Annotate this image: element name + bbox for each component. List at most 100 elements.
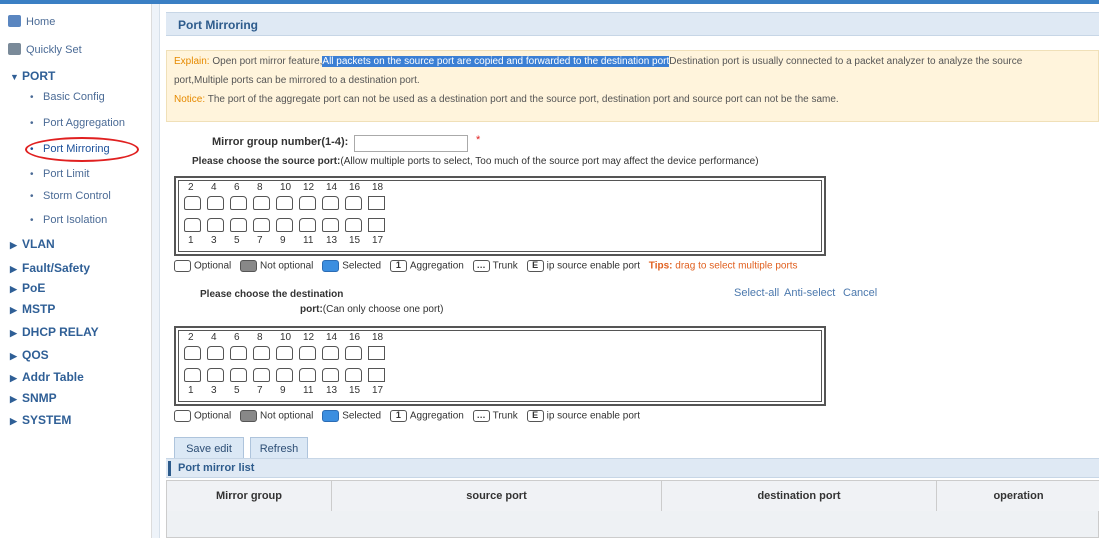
sidebar-item-port-limit[interactable]: • Port Limit — [30, 166, 89, 182]
dest-port-14-icon[interactable] — [322, 346, 339, 360]
dest-port-7-icon[interactable] — [253, 368, 270, 382]
source-port-17-icon[interactable] — [368, 218, 385, 232]
legend-aggregation: Aggregation — [409, 260, 464, 272]
dest-port-frame — [178, 330, 822, 402]
dest-port-4-icon[interactable] — [207, 346, 224, 360]
list-header-bar — [168, 461, 171, 476]
source-port-number: 6 — [234, 182, 240, 193]
dest-port-number: 13 — [326, 385, 338, 396]
sidebar-item-port-aggregation[interactable]: • Port Aggregation — [30, 115, 125, 131]
ip-source-port-icon: E — [526, 410, 544, 422]
dest-port-5-icon[interactable] — [230, 368, 247, 382]
group-number-input[interactable] — [354, 135, 468, 152]
dest-port-number: 4 — [211, 332, 217, 343]
source-port-15-icon[interactable] — [345, 218, 362, 232]
dest-port-15-icon[interactable] — [345, 368, 362, 382]
dest-port-6-icon[interactable] — [230, 346, 247, 360]
source-port-2-icon[interactable] — [184, 196, 201, 210]
source-port-11-icon[interactable] — [299, 218, 316, 232]
source-legend: Optional Not optional Selected 1 Aggregat… — [174, 260, 798, 272]
source-port-number: 14 — [326, 182, 338, 193]
sidebar-item-basic-config[interactable]: • Basic Config — [30, 89, 105, 105]
legend-not-optional: Not optional — [260, 260, 314, 272]
chevron-right-icon: ▶ — [10, 351, 17, 361]
dest-port-number: 1 — [188, 385, 194, 396]
sidebar-section-mstp[interactable]: ▶ MSTP — [10, 301, 55, 317]
sidebar-section-port[interactable]: ▼ PORT — [10, 68, 55, 84]
source-port-12-icon[interactable] — [299, 196, 316, 210]
source-port-3-icon[interactable] — [207, 218, 224, 232]
chevron-right-icon: ▶ — [10, 264, 17, 274]
dest-port-number: 16 — [349, 332, 361, 343]
legend-ip-source: ip source enable port — [546, 410, 640, 422]
source-port-8-icon[interactable] — [253, 196, 270, 210]
dest-port-number: 12 — [303, 332, 315, 343]
source-port-6-icon[interactable] — [230, 196, 247, 210]
source-port-10-icon[interactable] — [276, 196, 293, 210]
sidebar-section-qos[interactable]: ▶ QOS — [10, 347, 49, 363]
source-port-4-icon[interactable] — [207, 196, 224, 210]
source-port-panel[interactable]: 2 4 6 8 10 12 14 16 18 1 3 5 7 9 11 13 15 17 — [174, 176, 826, 256]
source-port-18-icon[interactable] — [368, 196, 385, 210]
source-port-number: 8 — [257, 182, 263, 193]
source-port-hint: (Allow multiple ports to select, Too muc… — [340, 156, 759, 167]
source-port-7-icon[interactable] — [253, 218, 270, 232]
source-port-14-icon[interactable] — [322, 196, 339, 210]
dest-port-label-row: port:(Can only choose one port) — [300, 304, 443, 315]
source-port-1-icon[interactable] — [184, 218, 201, 232]
port-mirror-table: Mirror group source port destination por… — [166, 480, 1099, 538]
sidebar-section-vlan[interactable]: ▶ VLAN — [10, 236, 55, 252]
legend-not-optional: Not optional — [260, 410, 314, 422]
dest-port-number: 2 — [188, 332, 194, 343]
source-port-13-icon[interactable] — [322, 218, 339, 232]
notice-text: The port of the aggregate port can not b… — [207, 94, 839, 105]
dest-port-panel[interactable]: 2 4 6 8 10 12 14 16 18 1 3 5 7 9 11 13 15 17 — [174, 326, 826, 406]
port-mirror-list-title: Port mirror list — [178, 462, 255, 474]
sidebar-section-system[interactable]: ▶ SYSTEM — [10, 412, 71, 428]
tips-label: Tips: — [648, 260, 673, 272]
dest-port-11-icon[interactable] — [299, 368, 316, 382]
dest-port-number: 18 — [372, 332, 384, 343]
source-port-number: 12 — [303, 182, 315, 193]
select-all-link[interactable]: Select-all — [734, 287, 779, 299]
dest-port-10-icon[interactable] — [276, 346, 293, 360]
dest-port-12-icon[interactable] — [299, 346, 316, 360]
dest-port-17-icon[interactable] — [368, 368, 385, 382]
source-port-16-icon[interactable] — [345, 196, 362, 210]
page-title: Port Mirroring — [178, 18, 258, 32]
dest-port-13-icon[interactable] — [322, 368, 339, 382]
source-port-frame — [178, 180, 822, 252]
sidebar-divider — [152, 4, 160, 538]
sidebar-section-snmp[interactable]: ▶ SNMP — [10, 390, 57, 406]
notice-line: Notice: The port of the aggregate port c… — [174, 94, 839, 105]
sidebar-item-storm-control[interactable]: • Storm Control — [30, 188, 111, 204]
dest-port-3-icon[interactable] — [207, 368, 224, 382]
home-icon — [8, 15, 21, 27]
source-port-number: 9 — [280, 235, 286, 246]
trunk-port-icon: … — [472, 260, 490, 272]
sidebar-section-addr-table[interactable]: ▶ Addr Table — [10, 369, 84, 385]
anti-select-link[interactable]: Anti-select — [784, 287, 835, 299]
dest-port-16-icon[interactable] — [345, 346, 362, 360]
source-port-9-icon[interactable] — [276, 218, 293, 232]
dest-port-18-icon[interactable] — [368, 346, 385, 360]
source-port-5-icon[interactable] — [230, 218, 247, 232]
source-port-number: 1 — [188, 235, 194, 246]
explain-highlight: All packets on the source port are copie… — [322, 56, 670, 67]
cancel-link[interactable]: Cancel — [843, 287, 877, 299]
dest-port-1-icon[interactable] — [184, 368, 201, 382]
dest-port-8-icon[interactable] — [253, 346, 270, 360]
chevron-down-icon: ▼ — [10, 72, 19, 82]
sidebar-section-poe[interactable]: ▶ PoE — [10, 280, 45, 296]
top-bar — [0, 0, 1099, 4]
sidebar-section-dhcp-relay[interactable]: ▶ DHCP RELAY — [10, 324, 99, 340]
sidebar-item-port-isolation[interactable]: • Port Isolation — [30, 212, 107, 228]
sidebar-section-fault-safety[interactable]: ▶ Fault/Safety — [10, 260, 90, 276]
dest-port-2-icon[interactable] — [184, 346, 201, 360]
aggregation-port-icon: 1 — [389, 410, 407, 422]
dest-port-9-icon[interactable] — [276, 368, 293, 382]
explain-text-2: Destination port is usually connected to… — [669, 56, 1023, 67]
dest-port-number: 15 — [349, 385, 361, 396]
dest-port-number: 5 — [234, 385, 240, 396]
dest-port-number: 3 — [211, 385, 217, 396]
